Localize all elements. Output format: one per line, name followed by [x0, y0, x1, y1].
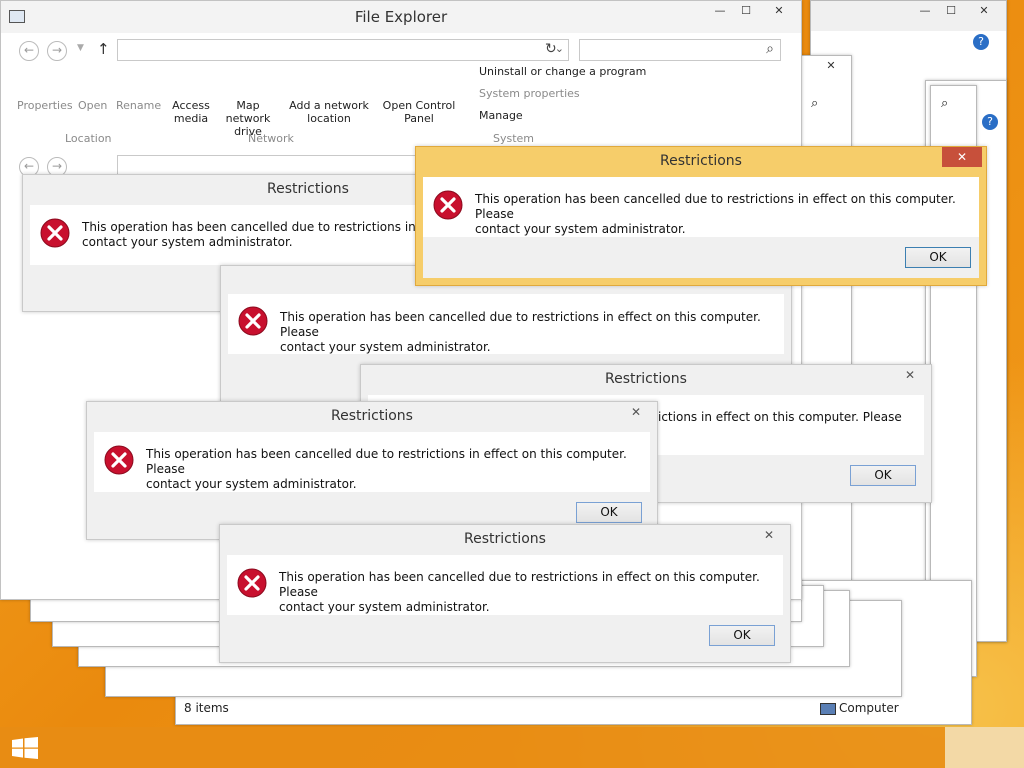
close-icon[interactable]: ✕ — [895, 365, 925, 385]
dialog-message: This operation has been cancelled due to… — [280, 310, 761, 354]
system-tray[interactable] — [945, 727, 1024, 768]
close-icon[interactable]: ✕ — [942, 147, 982, 167]
search-input[interactable]: ⌕ — [579, 39, 781, 61]
minimize-icon[interactable]: — — [912, 1, 938, 21]
close-icon[interactable]: ✕ — [621, 402, 651, 422]
error-icon — [40, 218, 70, 248]
dialog-title: Restrictions — [331, 408, 413, 424]
restrictions-dialog: Restrictions ✕ This operation has been c… — [219, 524, 791, 663]
ribbon-uninstall-program[interactable]: Uninstall or change a program — [479, 65, 646, 78]
close-icon[interactable]: ✕ — [759, 1, 799, 21]
dialog-message: This operation has been cancelled due to… — [475, 192, 956, 236]
search-icon[interactable]: ⌕ — [941, 96, 948, 111]
ribbon-properties[interactable]: Properties — [17, 99, 73, 112]
ribbon-open-control-panel[interactable]: Open Control Panel — [379, 99, 459, 125]
refresh-icon[interactable]: ↻ — [545, 41, 557, 57]
ok-button[interactable]: OK — [709, 625, 775, 646]
maximize-icon[interactable]: ☐ — [733, 1, 759, 21]
forward-icon[interactable]: → — [47, 41, 67, 61]
ribbon-add-network-location[interactable]: Add a network location — [289, 99, 369, 125]
ribbon-access-media[interactable]: Access media — [169, 99, 213, 125]
up-icon[interactable]: ↑ — [97, 40, 110, 58]
computer-icon — [820, 703, 836, 715]
dialog-message: This operation has been cancelled due to… — [279, 570, 760, 614]
chevron-down-icon[interactable]: ▼ — [77, 43, 84, 53]
error-icon — [104, 445, 134, 475]
ribbon-system-properties[interactable]: System properties — [479, 87, 580, 100]
help-icon[interactable]: ? — [973, 34, 989, 50]
ribbon-rename[interactable]: Rename — [116, 99, 161, 112]
search-icon: ⌕ — [766, 41, 774, 57]
window-title: File Explorer — [354, 8, 448, 26]
close-icon[interactable]: ✕ — [811, 56, 851, 76]
ok-button[interactable]: OK — [576, 502, 642, 523]
error-icon — [433, 190, 463, 220]
ok-button[interactable]: OK — [850, 465, 916, 486]
ribbon-open[interactable]: Open — [78, 99, 107, 112]
group-network: Network — [248, 132, 294, 145]
close-icon[interactable]: ✕ — [754, 525, 784, 545]
restrictions-dialog: Restrictions ✕ This operation has been c… — [86, 401, 658, 540]
dialog-title: Restrictions — [660, 153, 742, 169]
dialog-message: ictions in effect on this computer. Plea… — [658, 410, 902, 424]
dialog-title: Restrictions — [464, 531, 546, 547]
dialog-message: This operation has been cancelled due to… — [146, 447, 627, 491]
status-location: Computer — [839, 701, 899, 715]
address-bar[interactable]: ⌄ — [117, 39, 569, 61]
dialog-title: Restrictions — [605, 371, 687, 387]
error-icon — [237, 568, 267, 598]
group-location: Location — [65, 132, 112, 145]
close-icon[interactable]: ✕ — [964, 1, 1004, 21]
taskbar — [0, 727, 1024, 768]
minimize-icon[interactable]: — — [707, 1, 733, 21]
group-system: System — [493, 132, 535, 145]
ribbon-manage[interactable]: Manage — [479, 109, 523, 122]
error-icon — [238, 306, 268, 336]
help-icon[interactable]: ? — [982, 114, 998, 130]
restrictions-dialog-active: Restrictions ✕ This operation has been c… — [415, 146, 987, 286]
windows-logo-icon[interactable] — [12, 737, 38, 759]
ok-button[interactable]: OK — [905, 247, 971, 268]
search-icon[interactable]: ⌕ — [811, 96, 818, 111]
maximize-icon[interactable]: ☐ — [938, 1, 964, 21]
back-icon[interactable]: ← — [19, 41, 39, 61]
status-item-count: 8 items — [184, 701, 229, 715]
